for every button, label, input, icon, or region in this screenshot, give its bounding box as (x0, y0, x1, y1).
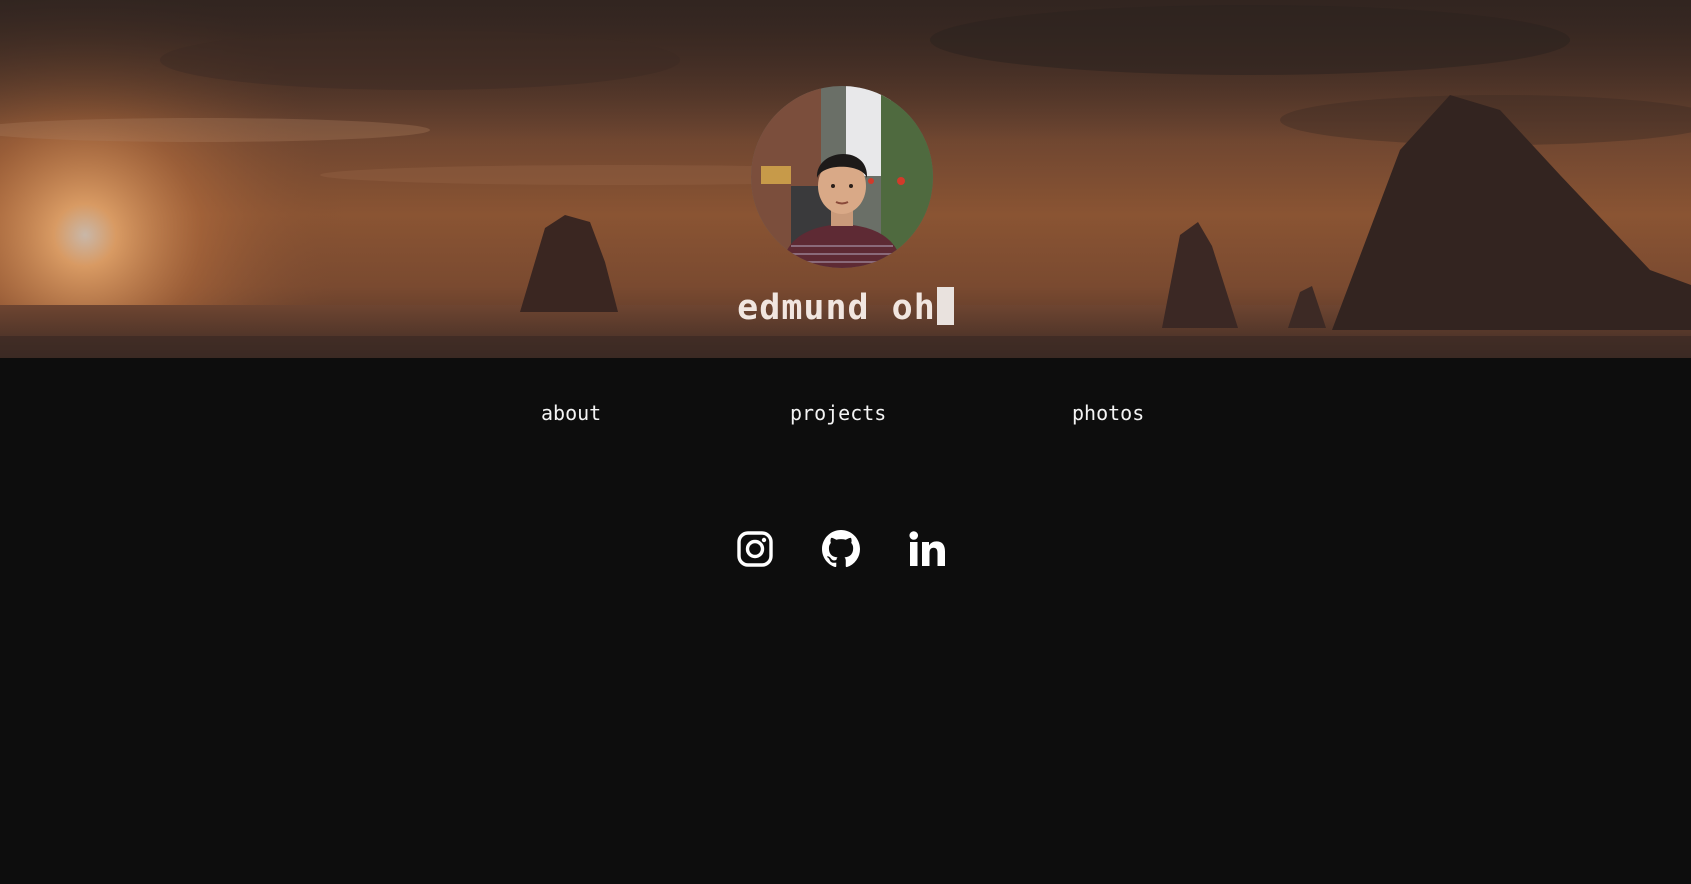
nav-link-photos[interactable]: photos (1072, 398, 1144, 428)
instagram-icon (737, 531, 773, 567)
instagram-link[interactable] (736, 530, 774, 570)
typing-cursor (936, 287, 954, 325)
hero-banner: edmund oh (0, 0, 1691, 358)
nav-link-projects[interactable]: projects (790, 398, 886, 428)
linkedin-link[interactable] (908, 530, 946, 570)
site-title: edmund oh (0, 284, 1691, 332)
github-link[interactable] (822, 530, 860, 570)
linkedin-icon (909, 531, 945, 566)
site-title-text: edmund oh (737, 288, 936, 328)
github-icon (822, 530, 860, 568)
profile-avatar (751, 86, 933, 268)
nav-link-about[interactable]: about (541, 398, 601, 428)
profile-photo (751, 86, 933, 268)
main-nav: about projects photos (0, 398, 1691, 428)
